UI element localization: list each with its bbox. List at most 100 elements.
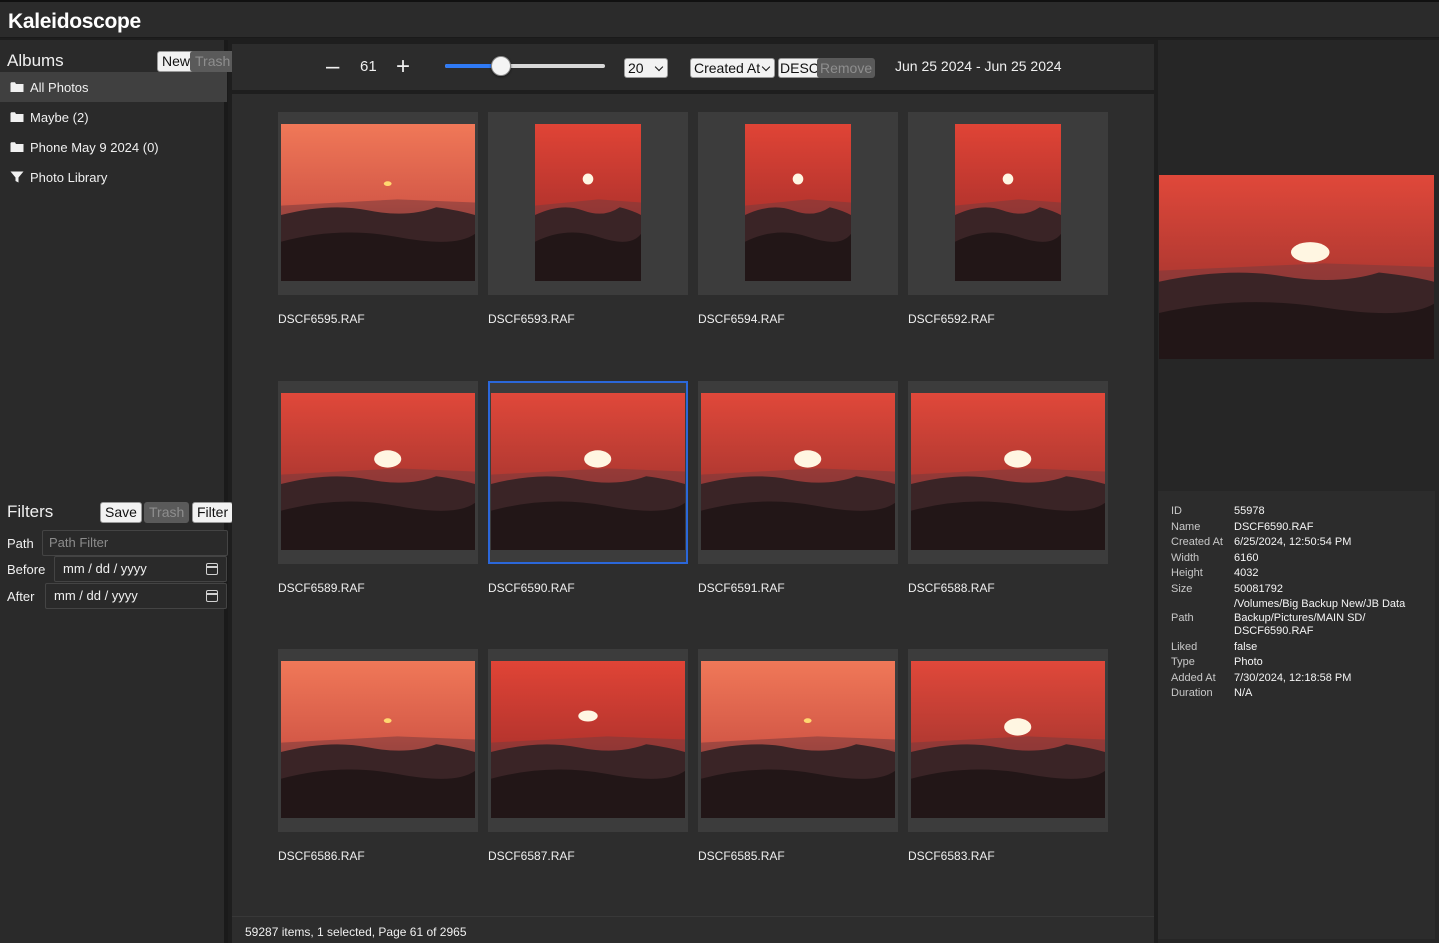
photo-tile[interactable] <box>908 381 1108 564</box>
info-key: Added At <box>1171 672 1216 684</box>
photo-tile[interactable] <box>488 649 688 832</box>
filter-funnel-icon <box>10 171 24 183</box>
status-bar: 59287 items, 1 selected, Page 61 of 2965 <box>232 916 1154 943</box>
sort-order-button[interactable]: DESC <box>778 58 821 78</box>
calendar-icon[interactable] <box>206 590 218 602</box>
after-date-value: mm / dd / yyyy <box>54 588 138 603</box>
photo-filename: DSCF6595.RAF <box>278 312 365 326</box>
photo-thumbnail <box>281 124 475 281</box>
calendar-icon[interactable] <box>206 563 218 575</box>
after-filter-row: After mm / dd / yyyy <box>0 583 228 609</box>
info-key: Duration <box>1171 687 1213 699</box>
before-date-value: mm / dd / yyyy <box>63 561 147 576</box>
info-value: Photo <box>1234 656 1263 668</box>
sort-field-select[interactable]: Created At <box>690 58 775 78</box>
photo-thumbnail <box>491 661 685 818</box>
info-key: ID <box>1171 505 1182 517</box>
previous-page-button[interactable]: – <box>326 54 339 80</box>
trash-album-button[interactable]: Trash <box>190 51 236 72</box>
detail-panel: ID 55978 Name DSCF6590.RAF Created At 6/25/20… <box>1158 40 1439 943</box>
photo-tile[interactable] <box>278 112 478 295</box>
path-filter-input[interactable]: Path Filter <box>42 530 228 556</box>
photo-filename: DSCF6586.RAF <box>278 849 365 863</box>
photo-tile[interactable] <box>278 649 478 832</box>
album-label: All Photos <box>30 80 89 95</box>
folder-icon <box>10 112 24 122</box>
album-item-phone-may-9-2024[interactable]: Phone May 9 2024 (0) <box>0 132 227 162</box>
info-key: Liked <box>1171 641 1198 653</box>
photo-thumbnail <box>535 124 641 281</box>
chevron-down-icon <box>654 62 664 72</box>
album-item-maybe[interactable]: Maybe (2) <box>0 102 227 132</box>
info-value: 6160 <box>1234 552 1259 564</box>
photo-thumbnail <box>281 393 475 550</box>
apply-filter-button[interactable]: Filter <box>192 502 234 523</box>
per-page-value: 20 <box>628 60 644 76</box>
sidebar: Albums New Trash All Photos Maybe (2) Ph… <box>0 40 236 943</box>
photo-thumbnail <box>745 124 851 281</box>
photo-filename: DSCF6588.RAF <box>908 581 995 595</box>
title-bar: Kaleidoscope <box>0 0 1439 38</box>
photo-thumbnail <box>491 393 685 550</box>
photo-filename: DSCF6592.RAF <box>908 312 995 326</box>
photo-thumbnail <box>911 393 1105 550</box>
date-range: Jun 25 2024 - Jun 25 2024 <box>895 58 1062 74</box>
albums-title: Albums <box>7 51 64 70</box>
album-item-photo-library[interactable]: Photo Library <box>0 162 227 192</box>
sort-field-value: Created At <box>694 60 761 76</box>
status-text: 59287 items, 1 selected, Page 61 of 2965 <box>245 925 467 939</box>
before-label: Before <box>7 562 46 577</box>
photo-tile[interactable] <box>698 381 898 564</box>
toolbar: – 61 + 20 Created At DESC Remove Jun 25 … <box>232 44 1154 90</box>
photo-tile[interactable] <box>278 381 478 564</box>
album-label: Maybe (2) <box>30 110 89 125</box>
info-key: Created At <box>1171 536 1223 548</box>
filters-title: Filters <box>7 502 54 521</box>
photo-tile[interactable] <box>908 112 1108 295</box>
zoom-slider[interactable] <box>445 56 605 76</box>
next-page-button[interactable]: + <box>396 54 410 80</box>
photo-tile[interactable] <box>908 649 1108 832</box>
chevron-down-icon <box>761 62 771 72</box>
photo-filename: DSCF6590.RAF <box>488 581 575 595</box>
photo-thumbnail <box>955 124 1061 281</box>
info-key: Width <box>1171 552 1200 564</box>
photo-filename: DSCF6593.RAF <box>488 312 575 326</box>
info-value: 7/30/2024, 12:18:58 PM <box>1234 672 1352 684</box>
info-value: false <box>1234 641 1258 653</box>
photo-filename: DSCF6587.RAF <box>488 849 575 863</box>
after-label: After <box>7 589 35 604</box>
info-key: Size <box>1171 583 1193 595</box>
info-value: 6/25/2024, 12:50:54 PM <box>1234 536 1352 548</box>
folder-icon <box>10 82 24 92</box>
photo-tile[interactable] <box>488 381 688 564</box>
zoom-slider-thumb[interactable] <box>491 56 511 76</box>
per-page-select[interactable]: 20 <box>624 58 668 78</box>
photo-tile[interactable] <box>698 112 898 295</box>
path-filter-row: Path Path Filter <box>0 530 228 556</box>
before-date-input[interactable]: mm / dd / yyyy <box>54 556 227 582</box>
photo-thumbnail <box>701 661 895 818</box>
path-label: Path <box>7 536 34 551</box>
trash-filter-button[interactable]: Trash <box>144 502 190 523</box>
photo-thumbnail <box>701 393 895 550</box>
remove-button[interactable]: Remove <box>817 58 876 78</box>
album-label: Photo Library <box>30 170 108 185</box>
photo-filename: DSCF6589.RAF <box>278 581 365 595</box>
before-filter-row: Before mm / dd / yyyy <box>0 556 228 582</box>
info-value: 55978 <box>1234 505 1265 517</box>
photo-thumbnail <box>911 661 1105 818</box>
after-date-input[interactable]: mm / dd / yyyy <box>45 583 227 609</box>
photo-filename: DSCF6585.RAF <box>698 849 785 863</box>
info-value: 50081792 <box>1234 583 1283 595</box>
info-key: Name <box>1171 521 1201 533</box>
album-item-all-photos[interactable]: All Photos <box>0 72 227 102</box>
photo-tile[interactable] <box>488 112 688 295</box>
folder-icon <box>10 142 24 152</box>
photo-tile[interactable] <box>698 649 898 832</box>
photo-preview <box>1159 175 1434 359</box>
filters-header: Filters Save Trash Filter <box>0 495 234 527</box>
save-filter-button[interactable]: Save <box>100 502 142 523</box>
info-key: Type <box>1171 656 1195 668</box>
info-value: 4032 <box>1234 567 1259 579</box>
